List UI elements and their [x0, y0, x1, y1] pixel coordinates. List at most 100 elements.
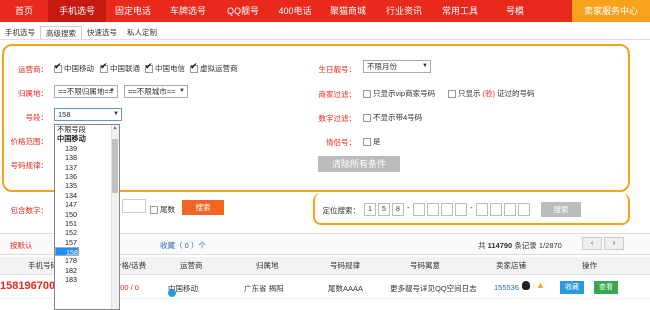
seller-service-center[interactable]: 卖家服务中心	[572, 0, 650, 22]
dropdown-option[interactable]: 178	[55, 256, 119, 265]
merchant-filter-label: 商家过滤：	[318, 90, 357, 99]
dropdown-option[interactable]: 136	[55, 172, 119, 181]
checkbox[interactable]	[190, 62, 198, 73]
locate-digit-10[interactable]	[504, 203, 516, 216]
checkbox[interactable]	[363, 113, 371, 122]
prev-page-button[interactable]: ‹	[582, 237, 602, 250]
nav-mall[interactable]: 聚猫商城	[320, 0, 376, 22]
locate-digit-3[interactable]: 8	[392, 203, 404, 216]
dropdown-option[interactable]: 182	[55, 266, 119, 275]
top-navigation: 首页 手机选号 固定电话 车牌选号 QQ靓号 400电话 聚猫商城 行业资讯 常…	[0, 0, 650, 22]
carrier-option-telecom[interactable]: 中国电信	[145, 62, 185, 74]
checkbox[interactable]	[363, 137, 371, 146]
dropdown-option[interactable]: 150	[55, 210, 119, 219]
scroll-thumb[interactable]	[112, 139, 118, 193]
vip-merchant-option[interactable]: 只显示vip商家号码	[363, 88, 435, 99]
contains-digit-label: 包含数字：	[10, 206, 49, 215]
shop-link[interactable]: 155536	[494, 283, 519, 292]
locate-digit-1[interactable]: 1	[364, 203, 376, 216]
next-page-button[interactable]: ›	[604, 237, 624, 250]
no-four-option[interactable]: 不显示带4号码	[363, 112, 422, 123]
meaning-value: 更多靓号详见QQ空间日志	[390, 284, 477, 293]
search-button[interactable]: 搜索	[182, 200, 224, 215]
nav-qq-number[interactable]: QQ靓号	[216, 0, 270, 22]
segment-dropdown-list[interactable]: 不限号段 中国移动 139 138 137 136 135 134 147 15…	[54, 124, 120, 310]
region-label: 归属地：	[18, 89, 48, 98]
locate-digit-2[interactable]: 5	[378, 203, 390, 216]
checkbox[interactable]	[54, 62, 62, 73]
nav-industry-news[interactable]: 行业资讯	[376, 0, 432, 22]
nav-home[interactable]: 首页	[0, 0, 48, 22]
couple-option[interactable]: 是	[363, 136, 381, 147]
chevron-down-icon: ▼	[109, 88, 115, 94]
dropdown-option[interactable]: 138	[55, 153, 119, 162]
dropdown-scrollbar[interactable]: ▲	[111, 125, 119, 309]
locate-digit-8[interactable]	[476, 203, 488, 216]
segment-value: 158	[58, 110, 71, 119]
dropdown-option[interactable]: 134	[55, 191, 119, 200]
checkbox[interactable]	[363, 89, 371, 98]
tail-option[interactable]: 尾数	[150, 204, 175, 215]
locate-search-button[interactable]: 搜索	[541, 202, 581, 217]
dropdown-option[interactable]: 139	[55, 144, 119, 153]
vip-merchant-text: 只显示vip商家号码	[373, 89, 436, 98]
clear-all-button[interactable]: 清除所有条件	[318, 156, 400, 172]
tab-divider	[0, 39, 650, 40]
dropdown-option-selected[interactable]: 158	[55, 247, 79, 257]
nav-landline[interactable]: 固定电话	[106, 0, 160, 22]
city-select[interactable]: ==不限城市== ▼	[124, 85, 188, 98]
view-button[interactable]: 查看	[594, 281, 618, 294]
dropdown-option[interactable]: 157	[55, 238, 119, 247]
checkbox[interactable]	[448, 89, 456, 98]
birthday-select[interactable]: 不限月份 ▼	[363, 60, 431, 73]
nav-mobile-select[interactable]: 手机选号	[48, 0, 106, 22]
favorites-count[interactable]: 收藏（ 0 ）个	[160, 240, 206, 251]
dropdown-option[interactable]: 147	[55, 200, 119, 209]
dropdown-option[interactable]: 135	[55, 181, 119, 190]
locate-digit-6[interactable]	[441, 203, 453, 216]
nav-license-plate[interactable]: 车牌选号	[160, 0, 216, 22]
couple-number-label: 情侣号：	[326, 138, 356, 147]
nav-tools[interactable]: 常用工具	[432, 0, 488, 22]
carrier-virtual-label: 虚拟运营商	[200, 64, 238, 73]
locate-digit-9[interactable]	[490, 203, 502, 216]
locate-digit-5[interactable]	[427, 203, 439, 216]
tab-mobile-select[interactable]: 手机选号	[0, 26, 40, 40]
segment-select[interactable]: 158 ▼	[54, 108, 122, 121]
dropdown-option[interactable]: 183	[55, 275, 119, 284]
carrier-option-unicom[interactable]: 中国联通	[100, 62, 140, 74]
up-arrow-icon: ▲	[536, 280, 545, 290]
checkbox[interactable]	[100, 62, 108, 73]
dropdown-option[interactable]: 152	[55, 228, 119, 237]
tab-private-custom[interactable]: 私人定制	[122, 26, 162, 40]
carrier-option-mobile[interactable]: 中国移动	[54, 62, 94, 74]
couple-yes-text: 是	[373, 137, 381, 146]
separator: -	[470, 203, 473, 212]
carrier-option-virtual[interactable]: 虚拟运营商	[190, 62, 238, 74]
verified-option[interactable]: 只显示 (验) 证过的号码	[448, 88, 535, 99]
nav-number-model[interactable]: 号模	[488, 0, 542, 22]
contains-digit-input[interactable]	[122, 199, 146, 213]
dropdown-option[interactable]: 151	[55, 219, 119, 228]
checkbox[interactable]	[145, 62, 153, 73]
tab-advanced-search[interactable]: 高级搜索	[40, 26, 82, 40]
locate-digit-7[interactable]	[455, 203, 467, 216]
checkbox[interactable]	[150, 205, 158, 214]
dropdown-option[interactable]: 137	[55, 163, 119, 172]
segment-label: 号段：	[25, 113, 49, 122]
carrier-mobile-label: 中国移动	[64, 64, 94, 73]
scroll-up-icon[interactable]: ▲	[111, 125, 119, 133]
sort-default-tab[interactable]: 按默认	[10, 240, 33, 251]
tail-label: 尾数	[160, 205, 175, 214]
tab-quick-select[interactable]: 快速选号	[82, 26, 122, 40]
favorite-button[interactable]: 收藏	[560, 281, 584, 294]
locate-digit-4[interactable]	[413, 203, 425, 216]
qq-icon[interactable]	[522, 281, 530, 290]
number-pattern-label: 号码规律：	[10, 161, 49, 170]
province-select[interactable]: ==不限归属地== ▼	[54, 85, 118, 98]
locate-digit-11[interactable]	[518, 203, 530, 216]
nav-400-phone[interactable]: 400电话	[270, 0, 320, 22]
province-value: ==不限归属地==	[58, 87, 114, 96]
col-carrier: 运营商	[180, 261, 203, 270]
dropdown-option[interactable]: 不限号段	[55, 125, 119, 134]
